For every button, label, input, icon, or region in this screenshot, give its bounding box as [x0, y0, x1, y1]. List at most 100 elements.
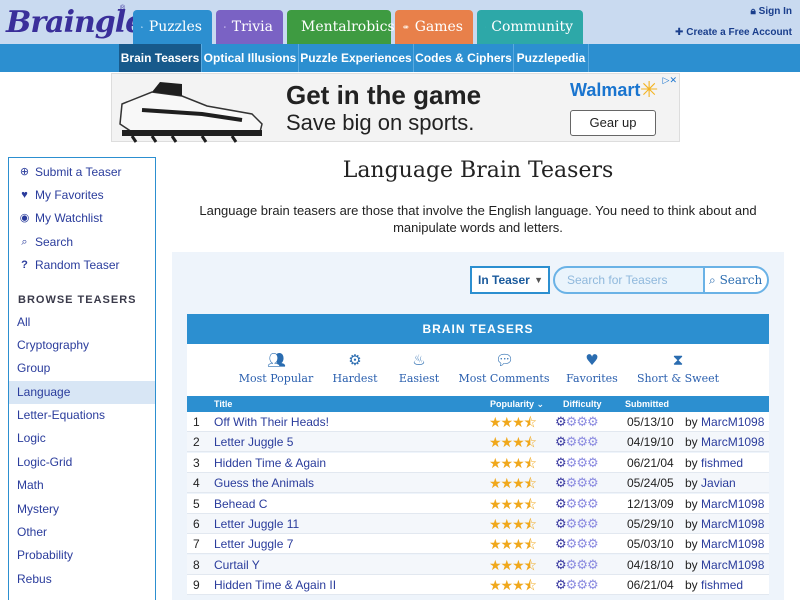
category-cryptography[interactable]: Cryptography: [9, 334, 155, 357]
teaser-title-link[interactable]: Letter Juggle 11: [214, 514, 299, 534]
category-letter-equations[interactable]: Letter-Equations: [9, 404, 155, 427]
table-row[interactable]: 8 Curtail Y ★★★⯪ ⚙⚙⚙⚙ 04/18/10 by MarcM1098: [187, 554, 769, 575]
sidebar-search[interactable]: ⌕ Search: [9, 231, 155, 253]
heart-icon: ♥: [21, 188, 28, 201]
search-button[interactable]: ⌕ Search: [703, 266, 769, 294]
author-link[interactable]: MarcM1098: [701, 537, 764, 551]
table-row[interactable]: 5 Behead C ★★★⯪ ⚙⚙⚙⚙ 12/13/09 by MarcM1098: [187, 493, 769, 514]
submitted-by: by MarcM1098: [685, 412, 764, 432]
teaser-title-link[interactable]: Guess the Animals: [214, 473, 314, 493]
advertisement-banner[interactable]: Get in the game Save big on sports. Walm…: [111, 73, 680, 143]
category-all[interactable]: All: [9, 311, 155, 334]
sign-in-link[interactable]: 🔒︎ Sign In: [675, 6, 792, 17]
gear-icon: ⚙: [576, 556, 588, 572]
sort-most-comments[interactable]: 💬︎ Most Comments: [457, 344, 551, 396]
teaser-title-link[interactable]: Letter Juggle 5: [214, 432, 293, 452]
gear-icon: ⚙: [555, 495, 567, 511]
tab-games[interactable]: Games: [395, 10, 473, 44]
column-submitted[interactable]: Submitted: [625, 396, 669, 412]
category-math[interactable]: Math: [9, 474, 155, 497]
category-mystery[interactable]: Mystery: [9, 498, 155, 521]
table-row[interactable]: 3 Hidden Time & Again ★★★⯪ ⚙⚙⚙⚙ 06/21/04 by f…: [187, 452, 769, 473]
subnav-brain-teasers[interactable]: Brain Teasers: [119, 44, 202, 72]
popularity-stars: ★★★⯪: [489, 434, 537, 451]
subnav-puzzlepedia[interactable]: Puzzlepedia: [514, 44, 589, 72]
gear-icon: ⚙: [586, 454, 599, 470]
sort-hardest[interactable]: ⚙ Hardest: [327, 344, 383, 396]
tab-label: Puzzles: [148, 19, 202, 35]
chevron-down-icon: ▼: [534, 275, 543, 285]
teaser-title-link[interactable]: Hidden Time & Again: [214, 453, 326, 473]
sort-favorites[interactable]: ♥ Favorites: [563, 344, 621, 396]
sort-easiest[interactable]: ♨ Easiest: [393, 344, 445, 396]
gear-icon: ⚙: [565, 516, 578, 531]
gear-icon: ⚙: [576, 434, 588, 450]
author-link[interactable]: fishmed: [701, 578, 743, 592]
author-link[interactable]: MarcM1098: [701, 558, 764, 572]
braingle-logo[interactable]: Braingle ®: [6, 2, 144, 44]
comments-icon: 💬︎: [495, 351, 515, 369]
table-row[interactable]: 9 Hidden Time & Again II ★★★⯪ ⚙⚙⚙⚙ 06/21/04 b…: [187, 575, 769, 596]
search-scope-select[interactable]: In Teaser ▼: [470, 266, 550, 294]
popularity-stars: ★★★⯪: [489, 454, 537, 471]
ad-cta-button[interactable]: Gear up: [570, 110, 656, 136]
author-link[interactable]: MarcM1098: [701, 517, 764, 531]
create-account-link[interactable]: ✚ Create a Free Account: [675, 27, 792, 38]
author-link[interactable]: MarcM1098: [701, 435, 764, 449]
tab-trivia[interactable]: Trivia: [216, 10, 283, 44]
category-probability[interactable]: Probability: [9, 544, 155, 567]
tab-community[interactable]: Community: [477, 10, 583, 44]
tab-mentalrobics[interactable]: Mentalrobics: [287, 10, 395, 44]
teaser-title-link[interactable]: Behead C: [214, 494, 267, 514]
category-other[interactable]: Other: [9, 521, 155, 544]
category-group[interactable]: Group: [9, 357, 155, 380]
gear-icon: ⚙: [576, 577, 588, 593]
table-row[interactable]: 6 Letter Juggle 11 ★★★⯪ ⚙⚙⚙⚙ 05/29/10 by Marc…: [187, 514, 769, 534]
gear-icon: ⚙: [576, 495, 588, 511]
table-row[interactable]: 2 Letter Juggle 5 ★★★⯪ ⚙⚙⚙⚙ 04/19/10 by MarcM…: [187, 432, 769, 453]
subnav-codes-ciphers[interactable]: Codes & Ciphers: [414, 44, 514, 72]
submitted-by: by MarcM1098: [685, 514, 764, 534]
table-row[interactable]: 4 Guess the Animals ★★★⯪ ⚙⚙⚙⚙ 05/24/05 by Jav…: [187, 473, 769, 494]
table-header: Title Popularity ⌄ Difficulty Submitted: [187, 396, 769, 412]
sort-most-popular[interactable]: 👥︎ Most Popular: [235, 344, 317, 396]
table-row[interactable]: 7 Letter Juggle 7 ★★★⯪ ⚙⚙⚙⚙ 05/03/10 by MarcM…: [187, 534, 769, 555]
author-link[interactable]: MarcM1098: [701, 415, 764, 429]
ad-choices-icon[interactable]: ▷✕: [663, 75, 677, 86]
sidebar-my-watchlist[interactable]: ◉ My Watchlist: [9, 207, 155, 229]
teaser-title-link[interactable]: Off With Their Heads!: [214, 412, 329, 432]
gear-icon: ⚙: [555, 454, 567, 470]
difficulty-gears: ⚙⚙⚙⚙: [555, 555, 599, 575]
subnav-optical-illusions[interactable]: Optical Illusions: [202, 44, 299, 72]
by-label: by: [685, 557, 698, 572]
teaser-title-link[interactable]: Hidden Time & Again II: [214, 575, 336, 595]
column-difficulty[interactable]: Difficulty: [563, 396, 602, 412]
subnav-puzzle-experiences[interactable]: Puzzle Experiences: [299, 44, 414, 72]
sidebar-submit-teaser[interactable]: ⊕ Submit a Teaser: [9, 161, 155, 183]
ad-headline: Get in the game: [286, 80, 482, 110]
popularity-stars: ★★★⯪: [489, 414, 537, 430]
category-logic[interactable]: Logic: [9, 427, 155, 450]
sidebar-my-favorites[interactable]: ♥ My Favorites: [9, 184, 155, 206]
sort-short-sweet[interactable]: ⧗ Short & Sweet: [635, 344, 721, 396]
column-popularity[interactable]: Popularity ⌄: [490, 396, 544, 412]
author-link[interactable]: fishmed: [701, 456, 743, 470]
shoe-image: [119, 82, 263, 143]
gear-icon: ⚙: [555, 475, 567, 491]
difficulty-gears: ⚙⚙⚙⚙: [555, 514, 599, 534]
column-title[interactable]: Title: [214, 396, 232, 412]
teaser-title-link[interactable]: Curtail Y: [214, 555, 260, 575]
category-logic-grid[interactable]: Logic-Grid: [9, 451, 155, 474]
sidebar-random-teaser[interactable]: ? Random Teaser: [9, 254, 155, 276]
gamepad-icon: [403, 25, 409, 29]
question-icon: ?: [21, 258, 28, 271]
tab-puzzles[interactable]: Puzzles: [133, 10, 212, 44]
author-link[interactable]: MarcM1098: [701, 497, 764, 511]
author-link[interactable]: Javian: [701, 476, 736, 490]
teaser-search-input[interactable]: Search for Teasers: [553, 266, 705, 294]
teaser-title-link[interactable]: Letter Juggle 7: [214, 534, 293, 554]
category-language[interactable]: Language: [9, 381, 155, 404]
submitted-date: 05/03/10: [627, 537, 674, 552]
category-rebus[interactable]: Rebus: [9, 568, 155, 591]
table-row[interactable]: 1 Off With Their Heads! ★★★⯪ ⚙⚙⚙⚙ 05/13/10 by…: [187, 412, 769, 432]
